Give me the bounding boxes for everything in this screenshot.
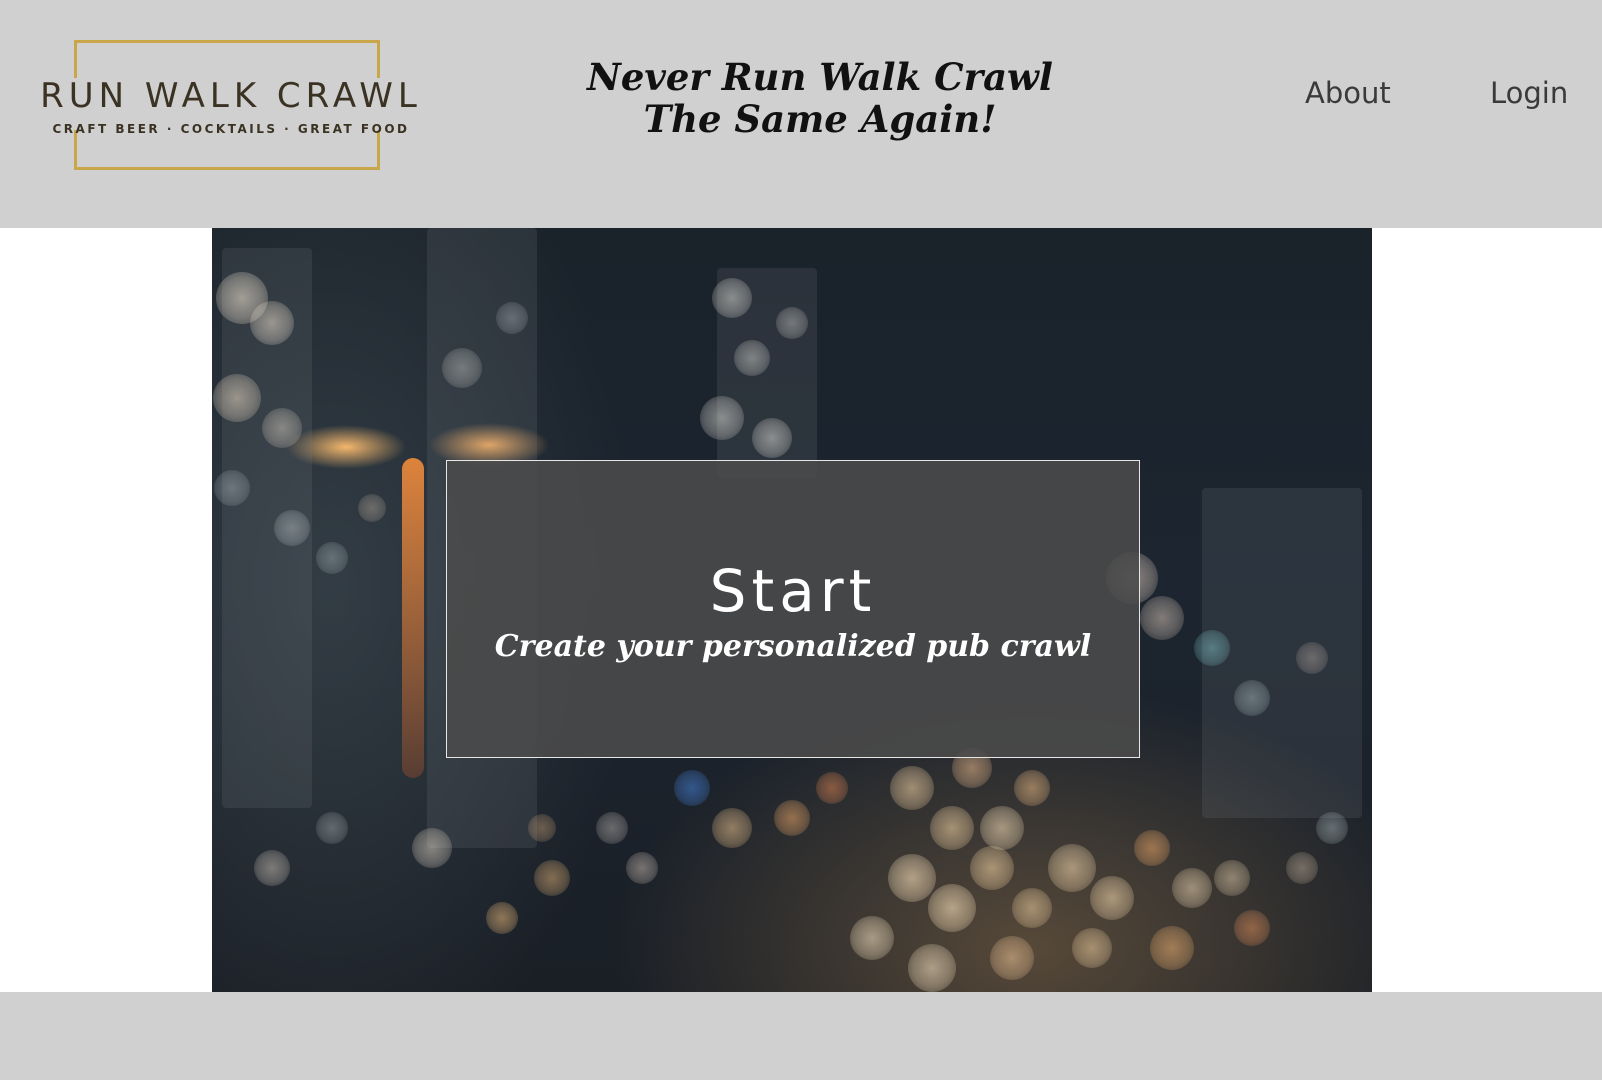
bokeh-light [534, 860, 570, 896]
bokeh-light [774, 800, 810, 836]
bokeh-light [1234, 680, 1270, 716]
bokeh-light [752, 418, 792, 458]
slogan-line-1: Never Run Walk Crawl [587, 55, 1053, 99]
site-logo[interactable]: RUN WALK CRAWL CRAFT BEER · COCKTAILS · … [28, 38, 434, 176]
bokeh-light [254, 850, 290, 886]
logo-title: RUN WALK CRAWL [40, 76, 422, 116]
bokeh-light [888, 854, 936, 902]
bokeh-light [1072, 928, 1112, 968]
bokeh-light [1090, 876, 1134, 920]
bokeh-light [1234, 910, 1270, 946]
bokeh-light [930, 806, 974, 850]
bokeh-light [890, 766, 934, 810]
bokeh-light [734, 340, 770, 376]
bokeh-light [214, 470, 250, 506]
bokeh-light [262, 408, 302, 448]
bokeh-light [1140, 596, 1184, 640]
bokeh-light [1172, 868, 1212, 908]
bokeh-light [850, 916, 894, 960]
bokeh-light [1150, 926, 1194, 970]
bokeh-light [1012, 888, 1052, 928]
bokeh-light [1134, 830, 1170, 866]
bokeh-light [712, 278, 752, 318]
start-button[interactable]: Start Create your personalized pub crawl [446, 460, 1140, 758]
bokeh-light [990, 936, 1034, 980]
bokeh-light [816, 772, 848, 804]
bokeh-light [213, 374, 261, 422]
bokeh-light [1014, 770, 1050, 806]
site-slogan: Never Run Walk Crawl The Same Again! [560, 56, 1080, 140]
bokeh-light [980, 806, 1024, 850]
bokeh-light [776, 307, 808, 339]
bokeh-light [674, 770, 710, 806]
bokeh-light [1214, 860, 1250, 896]
footer [0, 992, 1602, 1080]
bokeh-light [496, 302, 528, 334]
bokeh-light [626, 852, 658, 884]
bokeh-light [358, 494, 386, 522]
logo-tagline: CRAFT BEER · COCKTAILS · GREAT FOOD [52, 122, 410, 136]
start-subtitle: Create your personalized pub crawl [494, 629, 1092, 664]
nav-about-link[interactable]: About [1305, 76, 1391, 110]
bokeh-light [1296, 642, 1328, 674]
bokeh-light [1316, 812, 1348, 844]
bokeh-light [250, 301, 294, 345]
bokeh-light [928, 884, 976, 932]
bokeh-light [908, 944, 956, 992]
slogan-line-2: The Same Again! [643, 97, 997, 141]
bokeh-light [274, 510, 310, 546]
bokeh-light [316, 542, 348, 574]
header: RUN WALK CRAWL CRAFT BEER · COCKTAILS · … [0, 0, 1602, 228]
bokeh-light [970, 846, 1014, 890]
hero-city-night-image: Start Create your personalized pub crawl [212, 228, 1372, 992]
bokeh-light [316, 812, 348, 844]
bokeh-light [1048, 844, 1096, 892]
bokeh-light [486, 902, 518, 934]
bokeh-light [528, 814, 556, 842]
bokeh-light [700, 396, 744, 440]
start-title: Start [709, 557, 877, 625]
bokeh-light [596, 812, 628, 844]
bokeh-light [442, 348, 482, 388]
bokeh-light [712, 808, 752, 848]
bokeh-light [412, 828, 452, 868]
bokeh-light [1194, 630, 1230, 666]
nav-login-link[interactable]: Login [1490, 76, 1568, 110]
bokeh-light [1286, 852, 1318, 884]
